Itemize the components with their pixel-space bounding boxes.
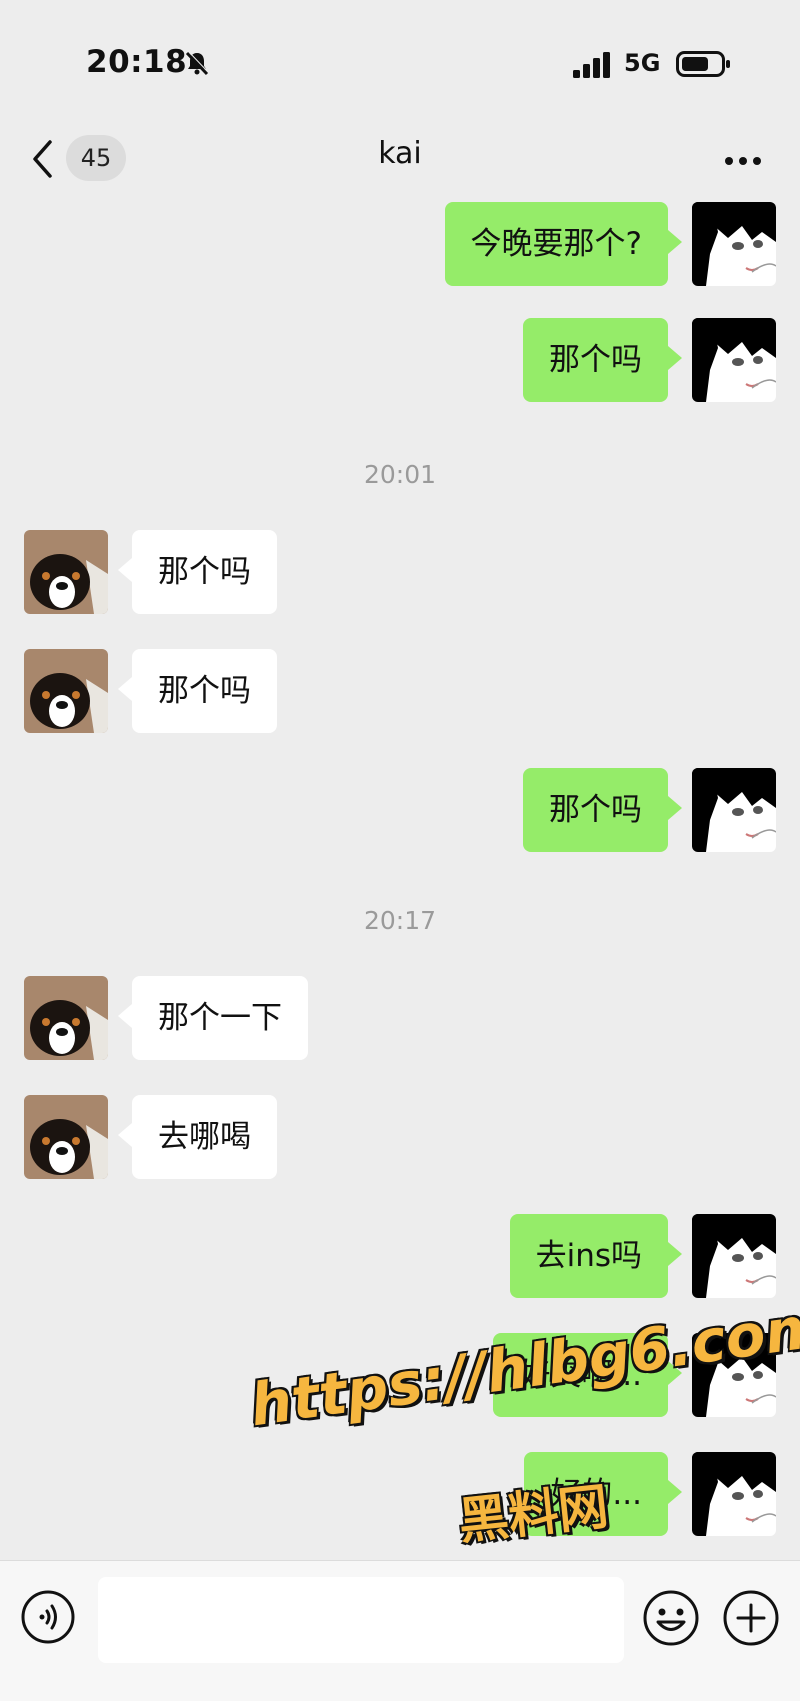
chat-title: kai (378, 136, 422, 171)
input-bar (0, 1560, 800, 1701)
received-message-bubble[interactable]: 那个一下 (118, 976, 308, 1060)
received-message-bubble[interactable]: 那个吗 (118, 649, 277, 733)
message-row: 那个吗 (0, 649, 800, 735)
more-icon[interactable] (724, 155, 762, 167)
timestamp: 20:17 (363, 906, 437, 935)
message-row: 那个吗 (0, 318, 800, 404)
sent-message-bubble[interactable]: 去ins吗 (509, 1214, 683, 1298)
contact-avatar[interactable] (24, 1095, 108, 1179)
plus-icon[interactable] (722, 1589, 780, 1647)
contact-avatar[interactable] (24, 976, 108, 1060)
timestamp: 20:01 (363, 460, 437, 489)
chat-header: 45 kai (0, 120, 800, 202)
bell-muted-icon (185, 51, 210, 76)
received-message-bubble[interactable]: 去哪喝 (118, 1095, 277, 1179)
message-row: 去ins吗 (0, 1214, 800, 1300)
message-row: 好的... (0, 1452, 800, 1538)
message-row: 那个吗 (0, 530, 800, 616)
my-avatar[interactable] (692, 1452, 776, 1536)
voice-icon[interactable] (20, 1589, 76, 1645)
message-row: 去哪喝 (0, 1095, 800, 1181)
message-row: 那个吗 (0, 768, 800, 854)
signal-icon (573, 52, 610, 78)
contact-avatar[interactable] (24, 530, 108, 614)
sent-message-bubble[interactable]: 今晚要那个? (444, 202, 683, 286)
my-avatar[interactable] (692, 1214, 776, 1298)
message-input[interactable] (98, 1577, 624, 1663)
my-avatar[interactable] (692, 768, 776, 852)
message-row: 那个一下 (0, 976, 800, 1062)
my-avatar[interactable] (692, 318, 776, 402)
battery-icon (676, 51, 730, 77)
sent-message-bubble[interactable]: 那个吗 (523, 318, 682, 402)
received-message-bubble[interactable]: 那个吗 (118, 530, 277, 614)
sent-message-bubble[interactable]: 那个吗 (523, 768, 682, 852)
network-type: 5G (624, 49, 661, 77)
emoji-icon[interactable] (642, 1589, 700, 1647)
status-time: 20:18 (86, 44, 188, 80)
contact-avatar[interactable] (24, 649, 108, 733)
status-bar: 20:18 5G (0, 0, 800, 120)
my-avatar[interactable] (692, 202, 776, 286)
message-row: 今晚要那个? (0, 202, 800, 288)
